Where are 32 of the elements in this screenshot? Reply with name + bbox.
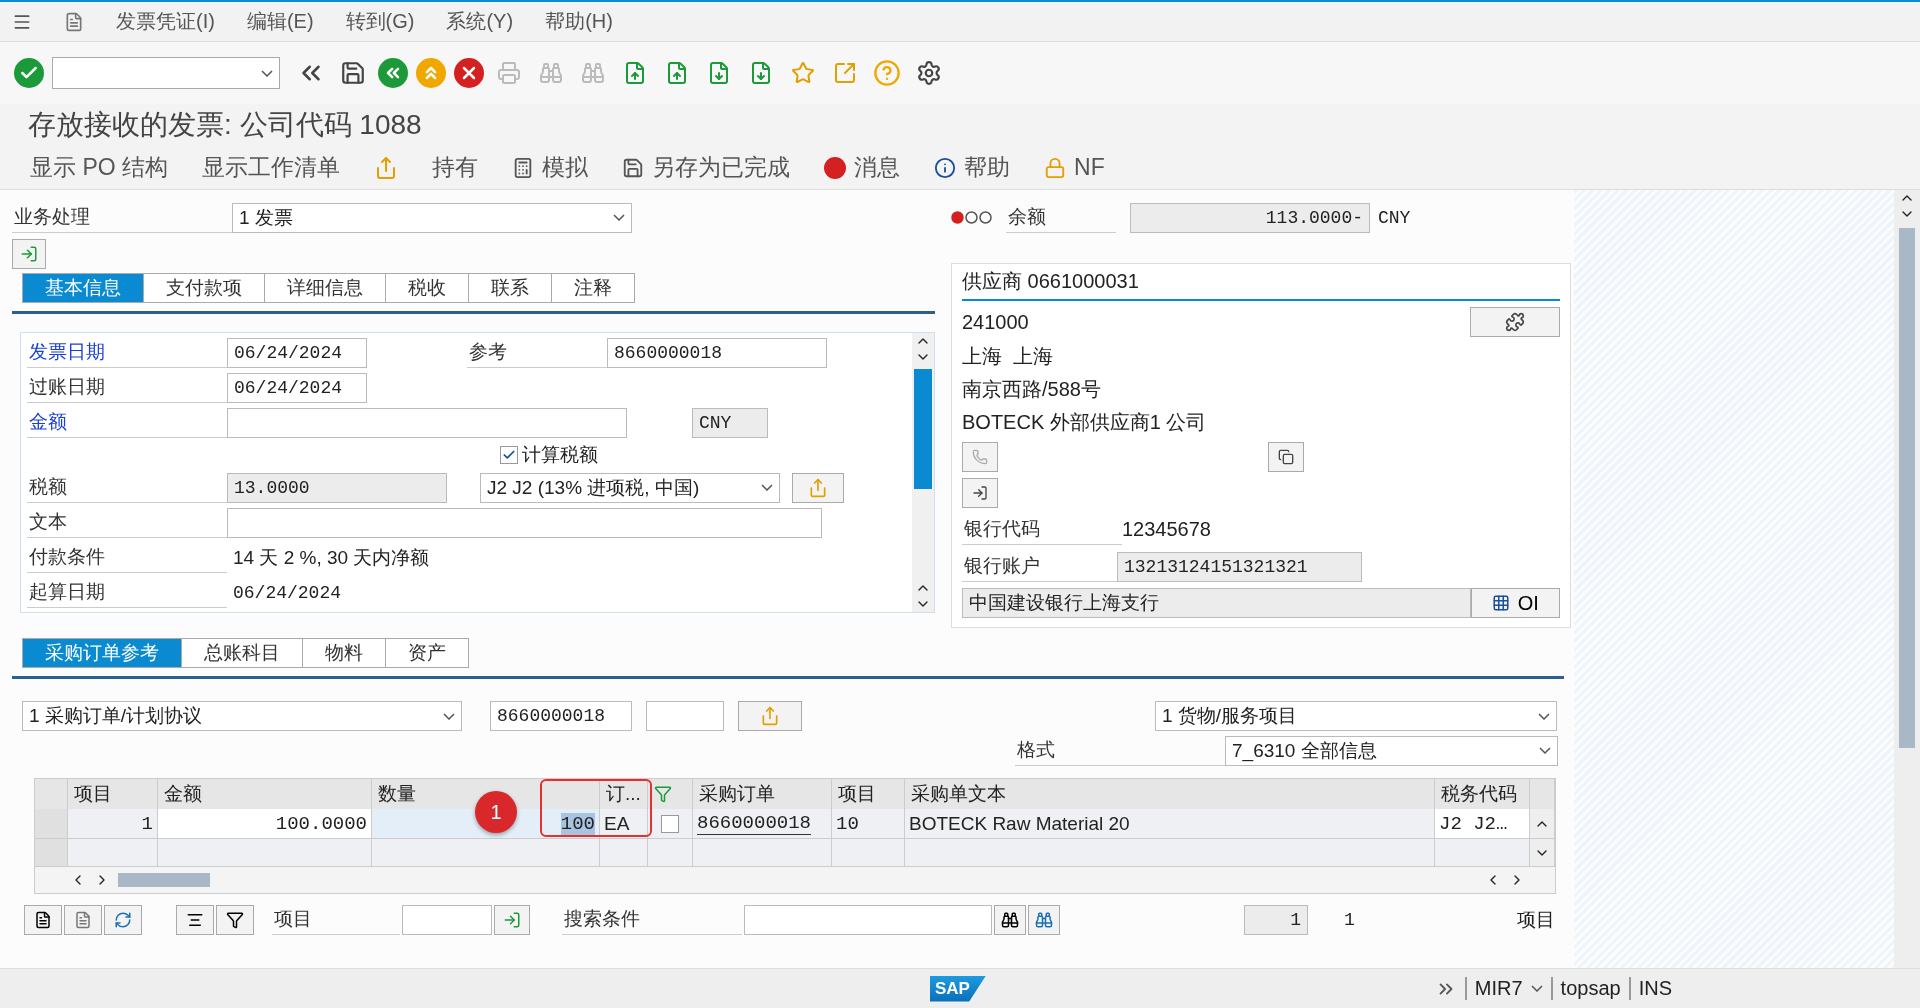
bank-account-field: 13213124151321321: [1117, 551, 1362, 582]
payment-terms-text: 14 天 2 %, 30 天内净额: [232, 545, 430, 570]
vendor-title: 供应商 0661000031: [962, 264, 1560, 301]
field-label: 银行代码: [962, 514, 1122, 545]
currency-field: CNY: [692, 407, 768, 438]
input-mode: INS: [1628, 977, 1680, 1000]
address-line: BOTECK 外部供应商1 公司: [962, 410, 1208, 435]
table-cell: 1: [68, 809, 158, 839]
page-field: 1: [1244, 904, 1308, 935]
address-line: 241000: [962, 310, 1029, 334]
table-cell: EA: [600, 809, 648, 839]
field-label: 起算日期: [27, 577, 227, 608]
bank-name-field: 中国建设银行上海支行: [962, 588, 1471, 618]
bank-key-text: 12345678: [1122, 518, 1211, 541]
user-name: topsap: [1550, 977, 1629, 1000]
items-label: 项目: [1516, 907, 1555, 932]
checkbox-label: 计算税额: [522, 443, 598, 467]
table-cell: BOTECK Raw Material 20: [905, 809, 1435, 839]
field-label: 项目: [272, 904, 400, 935]
address-line: 南京西路/588号: [962, 377, 1102, 402]
table-cell: 10: [832, 809, 905, 839]
table-cell: J2 J2…: [1435, 809, 1530, 839]
total-text: 1: [1344, 909, 1355, 930]
address-line: 上海 上海: [962, 344, 1055, 369]
logo: SAP: [930, 975, 986, 1002]
field-label: 搜索条件: [562, 904, 742, 935]
field-label: 付款条件: [27, 542, 227, 573]
currency-text: CNY: [1378, 207, 1411, 228]
field-label: 余额: [1006, 202, 1116, 233]
date-text: 06/24/2024: [232, 582, 342, 603]
balance-field: 113.0000-: [1130, 202, 1370, 233]
tax-amount-field: 13.0000: [227, 472, 447, 503]
